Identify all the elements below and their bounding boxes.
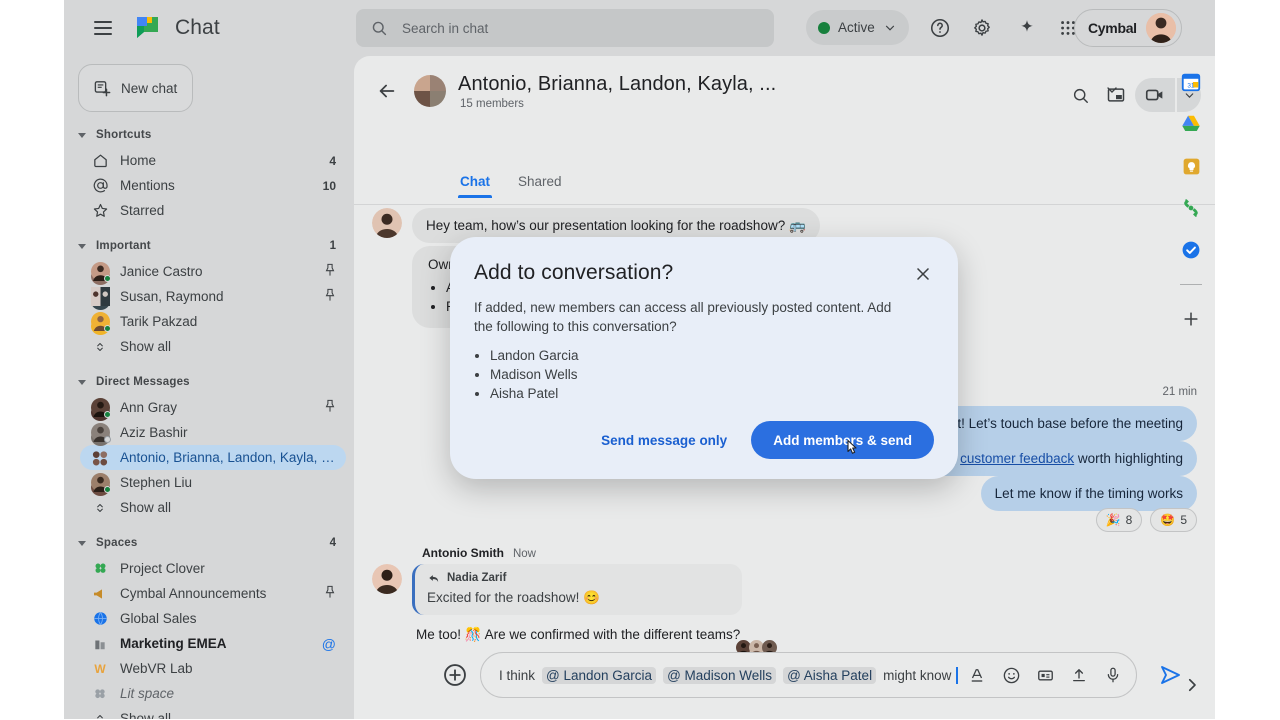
- chat-app-window: Chat Search in chat Active Cymbal New ch…: [64, 0, 1215, 719]
- send-message-only-button[interactable]: Send message only: [587, 422, 741, 458]
- dialog-body: If added, new members can access all pre…: [474, 300, 892, 334]
- add-members-and-send-button[interactable]: Add members & send: [751, 421, 934, 459]
- dialog-title: Add to conversation?: [474, 261, 674, 284]
- list-item: Landon Garcia: [490, 347, 932, 365]
- list-item: Madison Wells: [490, 366, 932, 384]
- close-icon[interactable]: [910, 261, 936, 287]
- dialog-member-list: Landon Garcia Madison Wells Aisha Patel: [490, 347, 932, 403]
- add-to-conversation-dialog: Add to conversation? If added, new membe…: [450, 237, 958, 479]
- list-item: Aisha Patel: [490, 385, 932, 403]
- dialog-actions: Send message only Add members & send: [587, 421, 934, 459]
